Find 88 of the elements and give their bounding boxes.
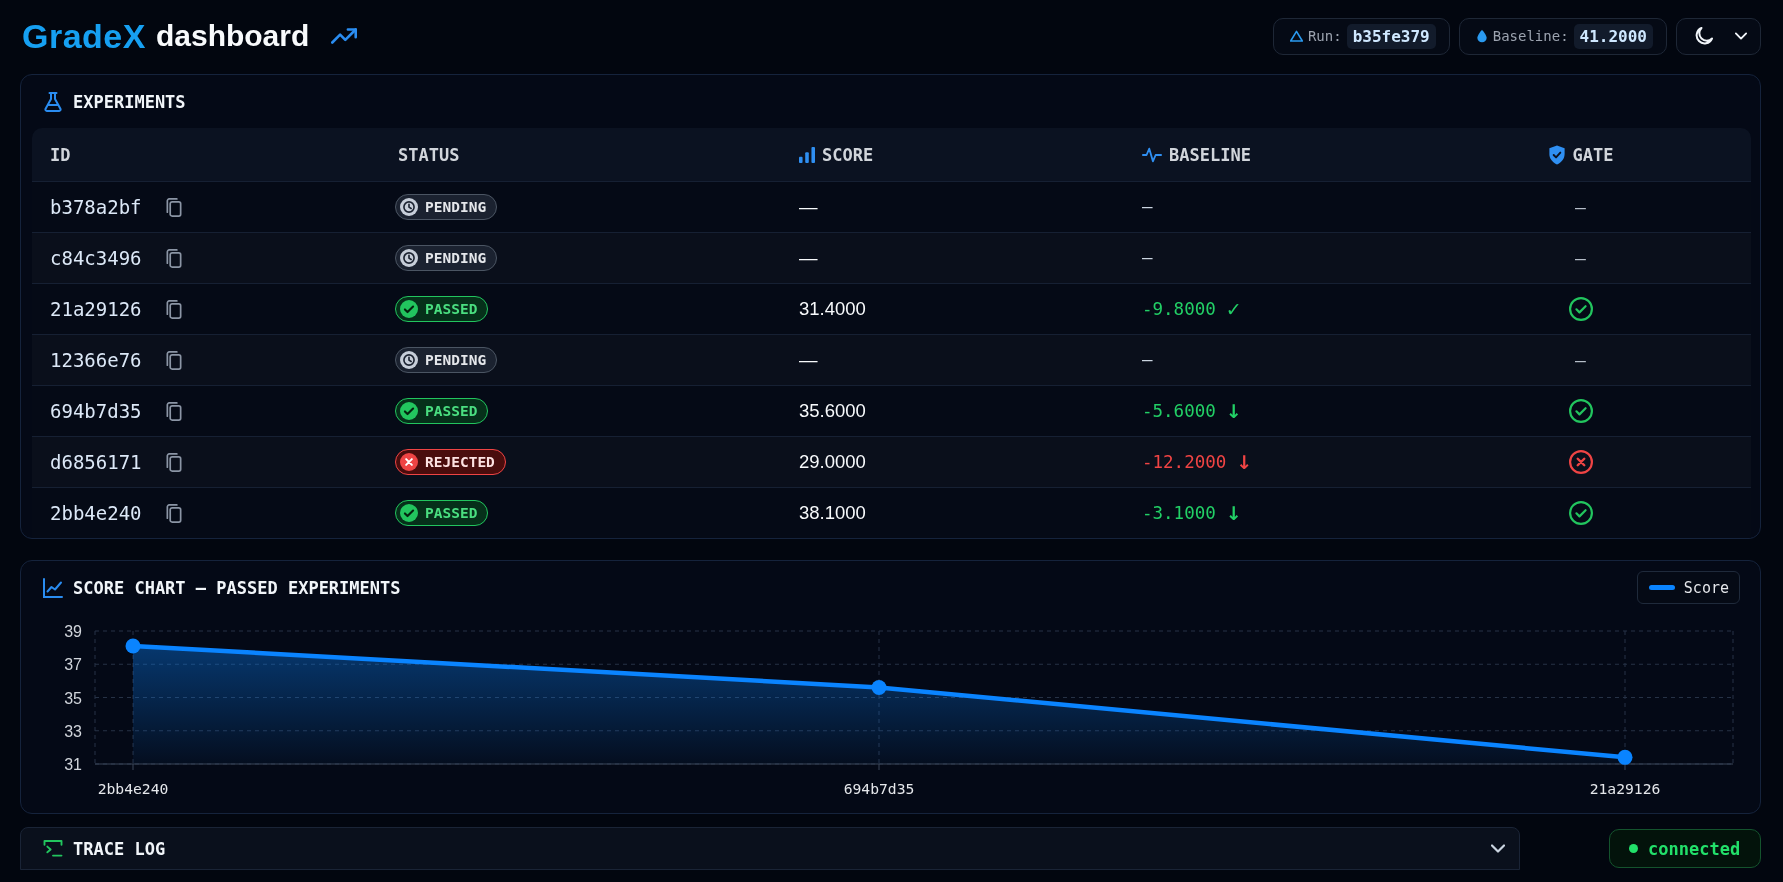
status-label: PENDING xyxy=(425,352,487,368)
experiment-id: 2bb4e240 xyxy=(50,502,142,524)
run-label: Run: xyxy=(1307,28,1342,44)
status-label: PENDING xyxy=(425,250,487,266)
y-tick-label: 33 xyxy=(64,722,82,740)
gate-value: — xyxy=(1575,349,1586,371)
section-title: EXPERIMENTS xyxy=(73,91,186,112)
status-label: PASSED xyxy=(425,403,478,419)
triangle-icon xyxy=(1289,29,1303,43)
experiment-id: b378a2bf xyxy=(50,196,142,218)
trend-mark: ↓ xyxy=(1236,451,1253,473)
page-title: dashboard xyxy=(155,19,310,53)
x-tick-label: 694b7d35 xyxy=(843,780,915,797)
flask-icon xyxy=(43,91,63,112)
chart-title: SCORE CHART — PASSED EXPERIMENTS xyxy=(73,577,401,598)
clock-icon xyxy=(400,351,418,369)
chevron-down-icon xyxy=(1735,32,1747,40)
score-value: — xyxy=(799,196,818,218)
experiment-id: 12366e76 xyxy=(50,349,142,371)
legend-label: Score xyxy=(1683,578,1729,597)
run-value: b35fe379 xyxy=(1346,23,1436,49)
copy-icon[interactable] xyxy=(165,299,182,319)
droplet-icon xyxy=(1475,29,1488,43)
pulse-icon xyxy=(1142,146,1162,163)
x-tick-label: 2bb4e240 xyxy=(97,780,169,797)
score-value: 29.0000 xyxy=(799,451,866,473)
status-label: REJECTED xyxy=(425,454,495,470)
column-header: STATUS xyxy=(398,144,460,165)
copy-icon[interactable] xyxy=(165,350,182,370)
baseline-delta: -12.2000 xyxy=(1142,452,1227,472)
trend-mark: ↓ xyxy=(1225,400,1242,422)
score-value: — xyxy=(799,349,818,371)
y-tick-label: 39 xyxy=(64,623,82,640)
status-label: PENDING xyxy=(425,199,487,215)
shield-icon xyxy=(1547,144,1566,165)
x-circle-icon xyxy=(400,453,418,471)
score-value: 38.1000 xyxy=(799,502,866,524)
copy-icon[interactable] xyxy=(165,401,182,421)
y-tick-label: 35 xyxy=(64,689,82,707)
check-circle-icon xyxy=(400,402,418,420)
status-label: PASSED xyxy=(425,505,478,521)
baseline-delta: — xyxy=(1142,350,1153,370)
trend-mark: ↓ xyxy=(1225,502,1242,524)
theme-toggle[interactable] xyxy=(1676,17,1761,55)
check-circle-icon xyxy=(400,504,418,522)
score-value: 35.6000 xyxy=(799,400,866,422)
status-label: PASSED xyxy=(425,301,478,317)
copy-icon[interactable] xyxy=(165,248,182,268)
data-point xyxy=(1617,749,1633,765)
gate-value: — xyxy=(1575,196,1586,218)
experiment-id: 21a29126 xyxy=(50,298,142,320)
data-point xyxy=(871,680,887,696)
column-header: ID xyxy=(50,144,71,165)
column-header: SCORE xyxy=(822,144,874,165)
data-point xyxy=(125,638,141,654)
trend-mark: ✓ xyxy=(1225,298,1242,320)
clock-icon xyxy=(400,249,418,267)
y-tick-label: 37 xyxy=(64,656,82,674)
column-header: GATE xyxy=(1572,144,1614,165)
experiment-id: d6856171 xyxy=(50,451,142,473)
moon-icon xyxy=(1695,27,1713,45)
experiment-id: c84c3496 xyxy=(50,247,142,269)
column-header: BASELINE xyxy=(1169,144,1251,165)
experiment-id: 694b7d35 xyxy=(50,400,142,422)
baseline-value: 41.2000 xyxy=(1573,23,1653,49)
bar-chart-icon xyxy=(799,146,815,163)
copy-icon[interactable] xyxy=(165,503,182,523)
baseline-delta: — xyxy=(1142,197,1153,217)
baseline-delta: -3.1000 xyxy=(1142,503,1216,523)
baseline-delta: -5.6000 xyxy=(1142,401,1216,421)
copy-icon[interactable] xyxy=(165,197,182,217)
terminal-icon xyxy=(43,840,63,857)
trace-log-toggle[interactable]: TRACE LOG xyxy=(20,827,1520,870)
line-chart-icon xyxy=(43,577,63,598)
baseline-delta: — xyxy=(1142,248,1153,268)
check-circle-icon xyxy=(400,300,418,318)
trend-up-icon xyxy=(331,25,358,47)
y-tick-label: 31 xyxy=(64,756,82,773)
brand-name: GradeX xyxy=(22,16,146,56)
copy-icon[interactable] xyxy=(165,452,182,472)
score-value: — xyxy=(799,247,818,269)
clock-icon xyxy=(400,198,418,216)
baseline-delta: -9.8000 xyxy=(1142,299,1216,319)
connection-label: connected xyxy=(1648,838,1741,859)
score-value: 31.4000 xyxy=(799,298,866,320)
x-tick-label: 21a29126 xyxy=(1589,780,1661,797)
baseline-label: Baseline: xyxy=(1492,28,1569,44)
gate-value: — xyxy=(1575,247,1586,269)
